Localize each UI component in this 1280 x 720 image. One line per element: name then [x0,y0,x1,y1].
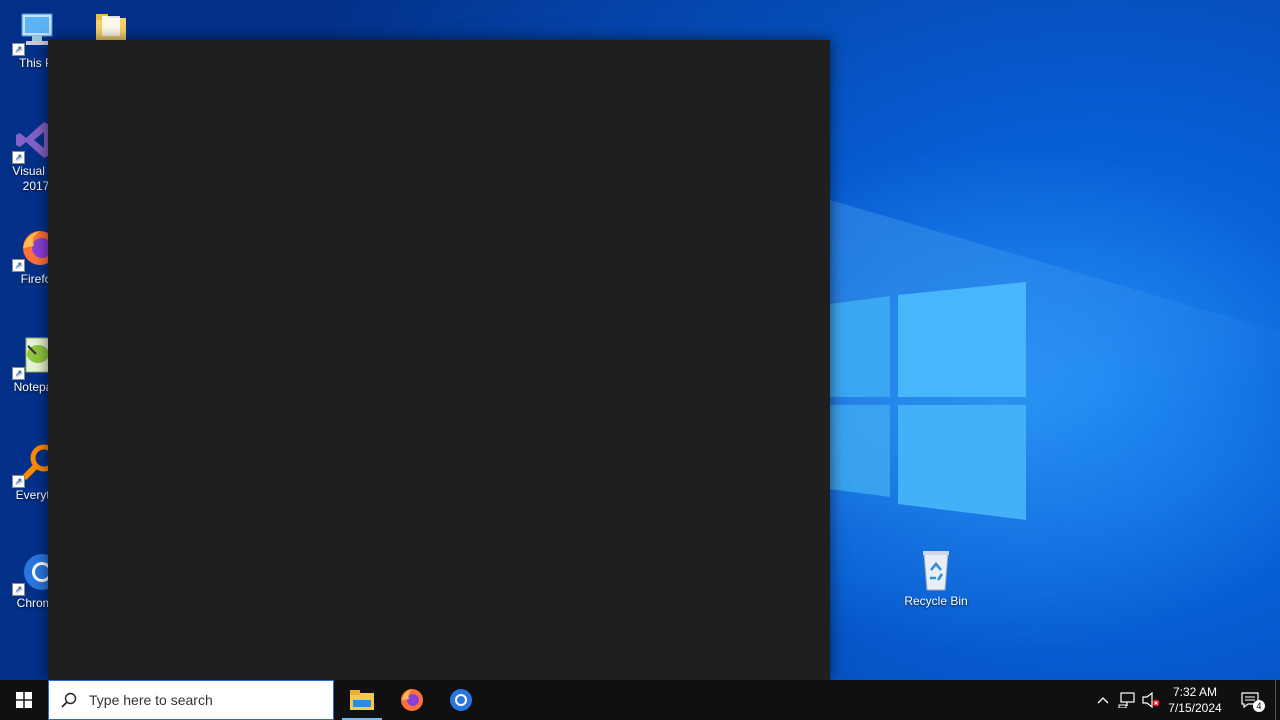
shortcut-arrow-icon: ↗ [12,43,25,56]
start-button[interactable] [0,680,48,720]
volume-button[interactable] [1140,680,1162,720]
taskbar: 7:32 AM 7/15/2024 4 [0,680,1280,720]
network-icon [1118,692,1135,708]
network-button[interactable] [1116,680,1138,720]
search-input[interactable] [89,692,309,708]
clock-time: 7:32 AM [1172,685,1218,699]
firefox-icon [401,689,423,711]
shortcut-arrow-icon: ↗ [12,151,25,164]
chevron-up-icon [1097,697,1109,704]
notification-count-badge: 4 [1253,700,1265,712]
blank-dark-window[interactable] [48,40,830,680]
shortcut-arrow-icon: ↗ [12,583,25,596]
chromium-icon [450,689,472,711]
taskbar-clock[interactable]: 7:32 AM 7/15/2024 [1160,680,1230,720]
show-desktop-button[interactable] [1275,680,1280,720]
shortcut-arrow-icon: ↗ [12,259,25,272]
volume-muted-icon [1142,692,1160,708]
show-hidden-icons-button[interactable] [1094,680,1112,720]
windows-wallpaper-logo [830,282,1026,520]
taskbar-app-chromium[interactable] [437,680,485,720]
shortcut-arrow-icon: ↗ [12,475,25,488]
clock-date: 7/15/2024 [1168,701,1222,715]
shortcut-arrow-icon: ↗ [12,367,25,380]
desktop: ↗ This P ↗ Visual St 2017 ↗ Firefo [0,0,1280,680]
recycle-bin-icon [923,551,949,591]
windows-logo-icon [16,692,32,708]
taskbar-app-firefox[interactable] [388,680,436,720]
desktop-icon-recycle-bin[interactable]: Recycle Bin [898,548,974,609]
file-explorer-icon [350,690,374,710]
desktop-icon-label: Recycle Bin [904,594,968,608]
search-icon [49,680,89,720]
folder-icon[interactable] [94,12,128,42]
taskbar-app-file-explorer[interactable] [338,680,386,720]
action-center-button[interactable]: 4 [1236,680,1265,720]
taskbar-search-box[interactable] [48,680,334,720]
